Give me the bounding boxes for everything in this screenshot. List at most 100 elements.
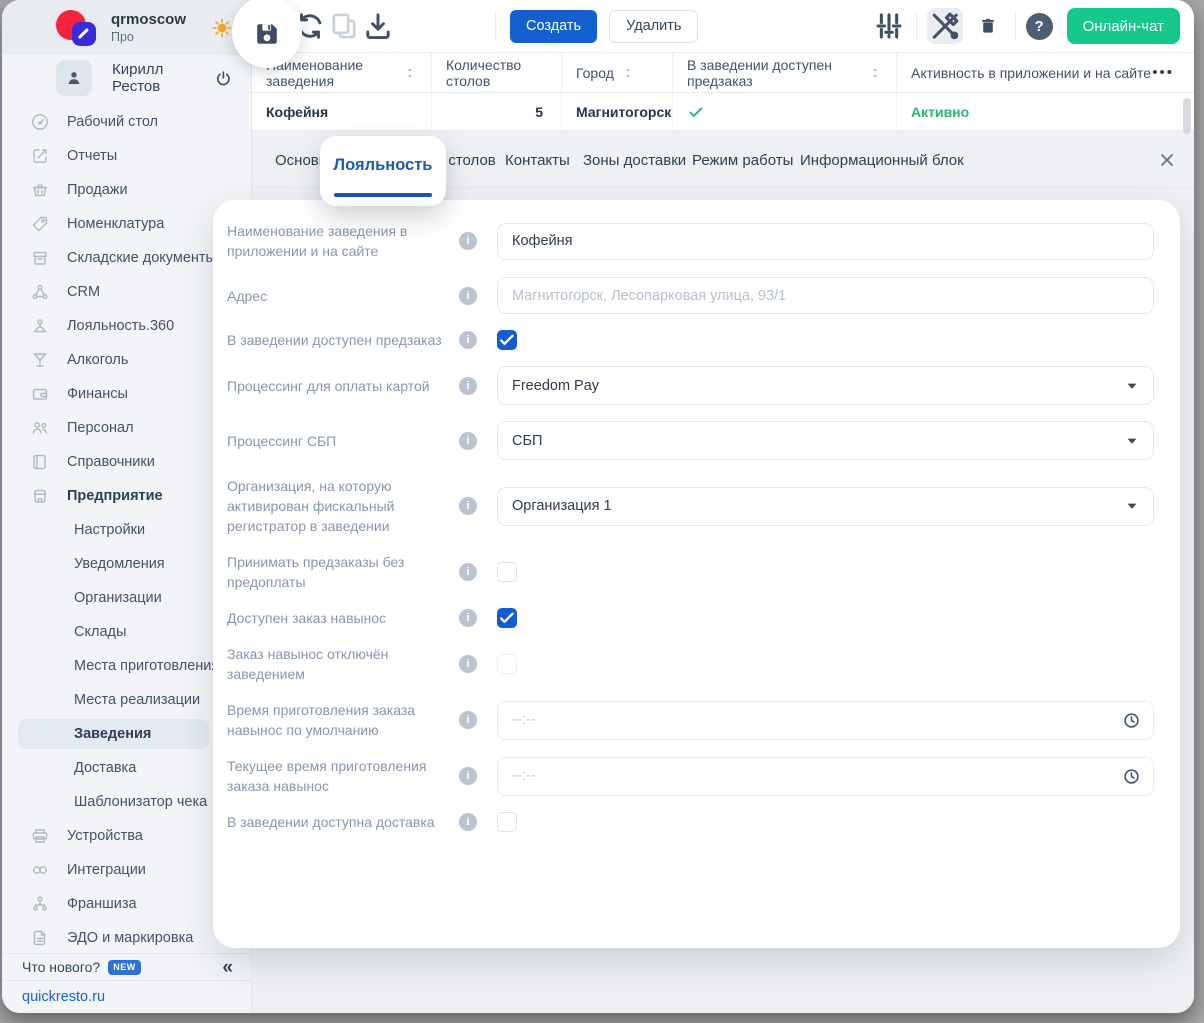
sbp-processing-select[interactable]: СБП <box>497 421 1154 461</box>
field-label: Текущее время приготовления заказа навын… <box>227 758 427 795</box>
clock-icon[interactable] <box>1122 711 1141 730</box>
quickresto-link[interactable]: quickresto.ru <box>22 989 105 1005</box>
copy-icon[interactable] <box>327 9 361 43</box>
trash-icon[interactable] <box>971 9 1005 43</box>
sidebar-item-label: Финансы <box>67 386 128 402</box>
info-icon[interactable]: i <box>459 431 477 450</box>
toolbar-divider <box>915 11 917 41</box>
cell-text: 5 <box>535 103 543 120</box>
venue-name-input[interactable] <box>497 222 1154 260</box>
field-label: Процессинг для оплаты картой <box>227 377 430 394</box>
user-row[interactable]: Кирилл Рестов <box>2 55 251 101</box>
form-row-takeaway-available: Доступен заказ навынос i <box>227 608 1154 629</box>
toolbar: Создать Удалить ? Онлайн-чат <box>232 0 1194 68</box>
fiscal-organization-select[interactable]: Организация 1 <box>497 486 1154 526</box>
info-icon[interactable]: i <box>459 655 477 674</box>
selected-value: Freedom Pay <box>512 377 600 394</box>
table-row[interactable]: Кофейня 5 Магнитогорск Активно <box>252 93 1194 131</box>
sidebar-item-sales[interactable]: Продажи <box>2 173 251 207</box>
sidebar-item-label: Места приготовления <box>74 658 220 674</box>
preorder-available-checkbox[interactable] <box>497 330 517 351</box>
tab-working-hours[interactable]: Режим работы <box>692 152 793 169</box>
info-icon[interactable]: i <box>459 711 477 730</box>
info-icon[interactable]: i <box>459 376 477 395</box>
info-icon[interactable]: i <box>459 331 477 350</box>
form-row-takeaway-current-time: Текущее время приготовления заказа навын… <box>227 756 1154 796</box>
column-menu-dots[interactable]: ••• <box>1152 64 1180 81</box>
info-icon[interactable]: i <box>459 767 477 786</box>
field-control <box>497 277 1154 315</box>
sidebar-item-label: Настройки <box>74 522 146 538</box>
help-button[interactable]: ? <box>1025 12 1053 40</box>
directory-icon <box>30 452 50 472</box>
sort-icon[interactable] <box>868 66 882 80</box>
tab-loyalty-active[interactable]: Лояльность <box>320 136 446 206</box>
takeaway-current-time-time-input: --:-- <box>497 756 1154 796</box>
download-icon[interactable] <box>361 9 395 43</box>
check-icon <box>687 103 705 121</box>
tab-delivery-zones[interactable]: Зоны доставки <box>583 152 686 169</box>
field-label: Наименование заведения в приложении и на… <box>227 223 408 260</box>
clock-icon[interactable] <box>1122 767 1141 786</box>
sidebar-item-dashboard[interactable]: Рабочий стол <box>2 105 251 139</box>
info-icon[interactable]: i <box>459 232 477 251</box>
table-cell-activity: Активно <box>897 93 1194 130</box>
tools-button[interactable] <box>926 8 963 44</box>
whats-new-bar[interactable]: Что нового? NEW « <box>2 953 251 980</box>
finance-icon <box>30 384 50 404</box>
time-value: --:-- <box>512 768 536 785</box>
column-label: Активность в приложении и на сайте <box>911 64 1152 81</box>
filter-icon[interactable] <box>872 9 906 43</box>
column-header-activity: Активность в приложении и на сайте ••• <box>897 53 1194 92</box>
preorder-no-prepay-checkbox[interactable] <box>497 562 517 583</box>
sidebar-item-reports[interactable]: Отчеты <box>2 139 251 173</box>
form-row-takeaway-default-time: Время приготовления заказа навынос по ум… <box>227 700 1154 740</box>
online-chat-button[interactable]: Онлайн-чат <box>1066 8 1180 44</box>
sidebar-item-venues[interactable]: Заведения <box>18 719 209 749</box>
selected-value: СБП <box>512 432 543 449</box>
info-icon[interactable]: i <box>459 286 477 305</box>
column-header-preorder[interactable]: В заведении доступен предзаказ <box>673 53 897 92</box>
takeaway-available-checkbox[interactable] <box>497 608 517 629</box>
sort-icon[interactable] <box>403 66 417 80</box>
whats-new-label: Что нового? <box>22 959 101 975</box>
info-icon[interactable]: i <box>459 563 477 582</box>
close-icon[interactable] <box>1157 150 1177 170</box>
active-tab-underline <box>334 193 432 197</box>
field-control <box>497 222 1154 260</box>
tab-info-block[interactable]: Информационный блок <box>800 152 964 169</box>
address-input[interactable] <box>497 277 1154 315</box>
sidebar-item-label: Места реализации <box>74 692 201 708</box>
card-processing-select[interactable]: Freedom Pay <box>497 366 1154 406</box>
enterprise-icon <box>30 486 50 506</box>
brand-block: qrmoscow Про <box>111 11 186 45</box>
tools-icon <box>927 8 963 44</box>
logout-power-icon[interactable] <box>214 69 233 88</box>
user-name: Кирилл Рестов <box>112 61 164 95</box>
tab-contacts[interactable]: Контакты <box>505 152 570 169</box>
delete-button[interactable]: Удалить <box>609 9 699 43</box>
column-header-city[interactable]: Город <box>562 53 673 92</box>
collapse-sidebar-icon[interactable]: « <box>222 958 233 977</box>
takeaway-default-time-time-input[interactable]: --:-- <box>497 700 1154 740</box>
franchise-icon <box>30 894 50 914</box>
field-label: Время приготовления заказа навынос по ум… <box>227 702 416 739</box>
info-icon[interactable]: i <box>459 609 477 628</box>
sidebar-item-label: Франшиза <box>67 896 137 912</box>
devices-icon <box>30 826 50 846</box>
staff-icon <box>30 418 50 438</box>
create-button[interactable]: Создать <box>510 9 598 43</box>
sort-icon[interactable] <box>621 66 635 80</box>
sidebar-item-label: Складские документы <box>67 250 216 266</box>
field-label: Адрес <box>227 287 268 304</box>
theme-sun-icon[interactable] <box>211 17 233 39</box>
delivery-available-checkbox[interactable] <box>497 812 517 833</box>
nomenclature-icon <box>30 214 50 234</box>
scrollbar-thumb[interactable] <box>1183 98 1191 134</box>
info-icon[interactable]: i <box>459 813 477 832</box>
app-window: qrmoscow Про Кирилл Рестов Рабочий стол О… <box>2 0 1194 1013</box>
table-cell-name: Кофейня <box>252 93 432 130</box>
reports-icon <box>30 146 50 166</box>
info-icon[interactable]: i <box>459 497 477 516</box>
toolbar-divider <box>1014 11 1016 41</box>
